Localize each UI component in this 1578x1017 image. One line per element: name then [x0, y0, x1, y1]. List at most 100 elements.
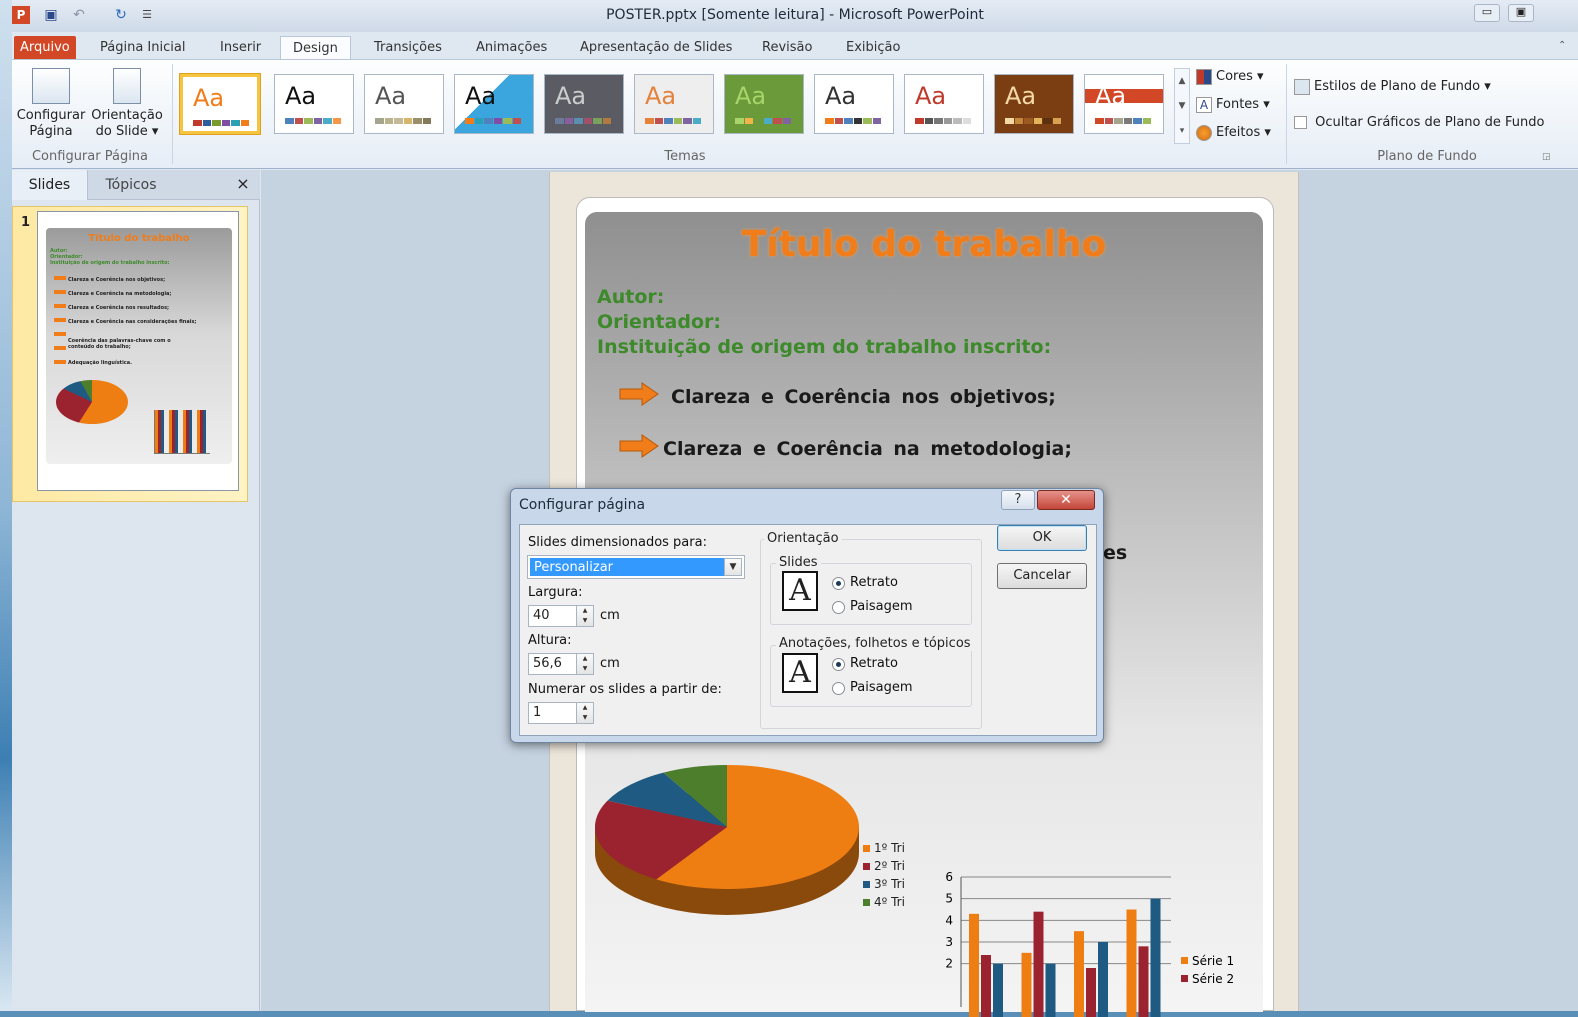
- tab-animacoes[interactable]: Animações: [464, 36, 559, 60]
- notes-landscape-label[interactable]: Paisagem: [850, 680, 913, 695]
- notes-portrait-label[interactable]: Retrato: [850, 656, 898, 671]
- effects-button[interactable]: Efeitos ▾: [1196, 122, 1271, 144]
- theme-sample-text: Aa: [1005, 83, 1036, 109]
- tab-pagina-inicial[interactable]: Página Inicial: [88, 36, 197, 60]
- number-from-stepper[interactable]: ▲▼: [576, 702, 594, 724]
- cancel-button[interactable]: Cancelar: [997, 563, 1087, 589]
- tab-inserir[interactable]: Inserir: [208, 36, 273, 60]
- pie-chart[interactable]: 1º Tri2º Tri3º Tri4º Tri: [595, 757, 935, 937]
- tab-revisao[interactable]: Revisão: [750, 36, 824, 60]
- bar[interactable]: [1151, 899, 1161, 1017]
- bar[interactable]: [1127, 910, 1137, 1017]
- arrow-icon: [619, 382, 659, 406]
- colors-button[interactable]: Cores ▾: [1196, 66, 1264, 88]
- pane-tabs: Slides Tópicos ×: [12, 170, 260, 200]
- theme-thumbnail[interactable]: Aa: [274, 74, 354, 134]
- thumb-pie: [56, 380, 128, 424]
- minimize-icon[interactable]: ▭: [1474, 4, 1500, 22]
- bar[interactable]: [1046, 964, 1056, 1017]
- ok-button[interactable]: OK: [997, 525, 1087, 551]
- tab-exibicao[interactable]: Exibição: [834, 36, 912, 60]
- notes-portrait-radio[interactable]: [832, 658, 845, 671]
- bar[interactable]: [1098, 942, 1108, 1017]
- width-stepper[interactable]: ▲▼: [576, 605, 594, 627]
- collapse-ribbon-icon[interactable]: ⌃: [1558, 40, 1566, 51]
- theme-thumbnail[interactable]: Aa: [814, 74, 894, 134]
- bar[interactable]: [1022, 953, 1032, 1017]
- tab-arquivo[interactable]: Arquivo: [14, 36, 76, 60]
- gallery-scroll[interactable]: ▲▼▾: [1174, 68, 1190, 144]
- background-styles-button[interactable]: Estilos de Plano de Fundo ▾: [1294, 76, 1491, 98]
- theme-thumbnail[interactable]: Aa: [634, 74, 714, 134]
- legend-label: Série 2: [1192, 972, 1234, 986]
- slide-thumbnail-selected[interactable]: 1 Título do trabalho Autor: Orientador: …: [12, 206, 248, 502]
- bar[interactable]: [993, 964, 1003, 1017]
- chevron-down-icon[interactable]: ▼: [724, 558, 742, 576]
- bar[interactable]: [981, 955, 991, 1017]
- legend-label: 4º Tri: [874, 895, 905, 909]
- close-pane-icon[interactable]: ×: [234, 175, 252, 193]
- theme-color-swatches: [465, 118, 521, 124]
- thumb-bullet: Adequação linguística.: [68, 360, 132, 366]
- theme-thumbnail[interactable]: Aa: [994, 74, 1074, 134]
- tab-slides[interactable]: Slides: [12, 170, 88, 200]
- thumb-bar-chart: [154, 410, 210, 454]
- theme-sample-text: Aa: [375, 83, 406, 109]
- fonts-button[interactable]: AFontes ▾: [1196, 94, 1270, 116]
- group-label-page-setup: Configurar Página: [12, 149, 168, 164]
- page-setup-button[interactable]: ConfigurarPágina: [14, 68, 88, 148]
- number-from-input[interactable]: 1: [528, 702, 578, 724]
- bar[interactable]: [1074, 931, 1084, 1017]
- slide-bullet: Clareza e Coerência nos objetivos;: [671, 386, 1056, 408]
- slide-orientation-button[interactable]: Orientaçãodo Slide ▾: [90, 68, 164, 148]
- width-label: Largura:: [528, 585, 583, 600]
- legend-swatch: [863, 881, 870, 888]
- bar[interactable]: [969, 914, 979, 1017]
- theme-thumbnail[interactable]: Aa: [544, 74, 624, 134]
- thumb-bullet: Clareza e Coerência na metodologia;: [68, 291, 171, 297]
- bar[interactable]: [1139, 946, 1149, 1017]
- height-stepper[interactable]: ▲▼: [576, 653, 594, 675]
- theme-thumbnail[interactable]: Aa: [1084, 74, 1164, 134]
- portrait-preview-icon: A: [782, 653, 818, 693]
- checkbox-icon: [1294, 116, 1307, 129]
- bar-chart[interactable]: 65432Série 1Série 2: [935, 857, 1265, 1017]
- bar[interactable]: [1086, 968, 1096, 1017]
- height-input[interactable]: 56,6: [528, 653, 578, 675]
- slides-portrait-radio[interactable]: [832, 577, 845, 590]
- slide-number: 1: [21, 215, 30, 230]
- slides-landscape-label[interactable]: Paisagem: [850, 599, 913, 614]
- slides-landscape-radio[interactable]: [832, 601, 845, 614]
- group-label-themes: Temas: [180, 149, 1190, 164]
- notes-label: Anotações, folhetos e tópicos: [776, 636, 974, 651]
- tab-topicos[interactable]: Tópicos: [90, 170, 172, 200]
- help-button[interactable]: ?: [1001, 490, 1035, 510]
- theme-color-swatches: [645, 118, 701, 124]
- legend-label: 2º Tri: [874, 859, 905, 873]
- bar[interactable]: [1034, 912, 1044, 1017]
- close-button[interactable]: ✕: [1037, 490, 1095, 510]
- hide-background-graphics-checkbox[interactable]: Ocultar Gráficos de Plano de Fundo: [1294, 112, 1544, 134]
- portrait-preview-icon: A: [782, 571, 818, 611]
- ribbon-design: ConfigurarPágina Orientaçãodo Slide ▾ Co…: [12, 59, 1578, 169]
- theme-thumbnail[interactable]: Aa: [904, 74, 984, 134]
- theme-thumbnail[interactable]: Aa: [364, 74, 444, 134]
- size-select[interactable]: Personalizar: [528, 556, 744, 578]
- restore-icon[interactable]: ▣: [1508, 4, 1534, 22]
- dialog-launcher-icon[interactable]: ◲: [1542, 152, 1551, 162]
- theme-sample-text: Aa: [465, 83, 496, 109]
- dialog-title: Configurar página: [519, 497, 645, 513]
- tab-apresentacao[interactable]: Apresentação de Slides: [568, 36, 744, 60]
- slide-title[interactable]: Título do trabalho: [585, 224, 1263, 265]
- legend-label: Série 1: [1192, 954, 1234, 968]
- tab-transicoes[interactable]: Transições: [362, 36, 454, 60]
- theme-thumbnail[interactable]: Aa: [724, 74, 804, 134]
- notes-landscape-radio[interactable]: [832, 682, 845, 695]
- slide-thumbnail[interactable]: Título do trabalho Autor: Orientador: In…: [37, 211, 239, 491]
- theme-thumbnail[interactable]: Aa: [180, 74, 260, 134]
- theme-color-swatches: [825, 118, 881, 124]
- theme-sample-text: Aa: [915, 83, 946, 109]
- theme-thumbnail[interactable]: Aa: [454, 74, 534, 134]
- width-input[interactable]: 40: [528, 605, 578, 627]
- slides-portrait-label[interactable]: Retrato: [850, 575, 898, 590]
